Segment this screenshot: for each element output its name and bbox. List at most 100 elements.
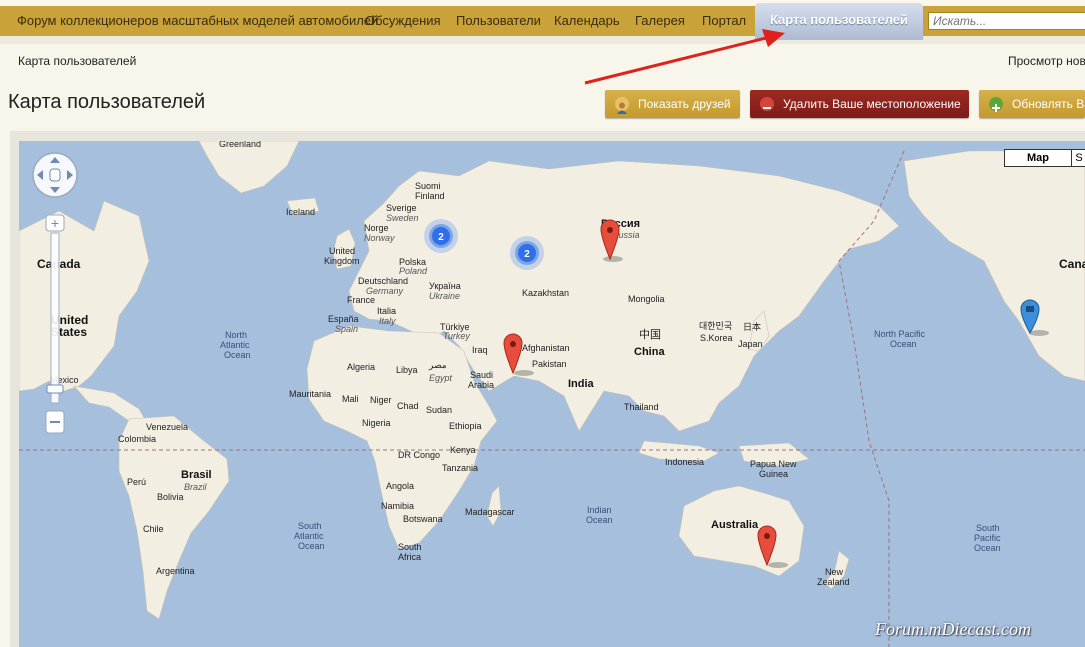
- label-niger: Niger: [370, 395, 392, 405]
- user-cluster-scandinavia[interactable]: 2: [424, 219, 458, 253]
- user-cluster-russia[interactable]: 2: [510, 236, 544, 270]
- label-norge: Norge: [364, 223, 389, 233]
- delete-location-button[interactable]: Удалить Ваше местоположение: [750, 90, 969, 118]
- label-misr: مصر: [428, 360, 447, 371]
- label-india: India: [568, 378, 595, 390]
- annotation-arrow: [584, 29, 785, 85]
- label-uk-1: United: [329, 246, 355, 256]
- label-new-zealand-2: Zealand: [817, 577, 850, 587]
- label-chile: Chile: [143, 524, 164, 534]
- label-iraq: Iraq: [472, 345, 488, 355]
- label-indian-ocean-2: Ocean: [586, 515, 613, 525]
- label-saudi-2: Arabia: [468, 380, 494, 390]
- label-venezuela: Venezuela: [146, 422, 188, 432]
- label-turkey: Turkey: [443, 331, 470, 341]
- viewing-new-link[interactable]: Просмотр нов: [1008, 54, 1085, 68]
- pan-control[interactable]: [32, 152, 78, 198]
- label-kenya: Kenya: [450, 445, 476, 455]
- show-friends-button[interactable]: Показать друзей: [605, 90, 740, 118]
- label-south-africa-1: South: [398, 542, 422, 552]
- label-south-pacific-1: South: [976, 523, 1000, 533]
- label-suomi: Suomi: [415, 181, 441, 191]
- add-icon: [989, 97, 1003, 112]
- nav-forum-home[interactable]: Форум коллекционеров масштабных моделей …: [17, 6, 378, 36]
- label-thailand: Thailand: [624, 402, 659, 412]
- label-north-pacific-2: Ocean: [890, 339, 917, 349]
- label-egypt: Egypt: [429, 373, 453, 383]
- search-input[interactable]: [928, 12, 1085, 30]
- label-botswana: Botswana: [403, 514, 443, 524]
- world-map[interactable]: Greenland Iceland Canada Cana United Sta…: [19, 141, 1085, 647]
- update-location-label: Обновлять Ва: [1012, 97, 1085, 111]
- label-mali: Mali: [342, 394, 359, 404]
- label-brazil: Brazil: [184, 482, 208, 492]
- label-namibia: Namibia: [381, 501, 414, 511]
- label-south-atlantic-2: Atlantic: [294, 531, 324, 541]
- label-korea-kr: 대한민국: [699, 321, 732, 331]
- label-tanzania: Tanzania: [442, 463, 478, 473]
- label-south-africa-2: Africa: [398, 552, 421, 562]
- label-dr-congo: DR Congo: [398, 450, 440, 460]
- update-location-button[interactable]: Обновлять Ва: [979, 90, 1085, 118]
- label-papua-2: Guinea: [759, 469, 788, 479]
- label-uk-2: Kingdom: [324, 256, 360, 266]
- label-greenland: Greenland: [219, 141, 261, 149]
- label-kazakhstan: Kazakhstan: [522, 288, 569, 298]
- label-sweden: Sweden: [386, 213, 419, 223]
- label-sudan: Sudan: [426, 405, 452, 415]
- label-mauritania: Mauritania: [289, 389, 331, 399]
- label-south-pacific-2: Pacific: [974, 533, 1001, 543]
- remove-icon: [760, 97, 774, 111]
- map-type-satellite-button[interactable]: S: [1071, 149, 1085, 167]
- label-china-cn: 中国: [639, 328, 661, 341]
- label-peru: Perú: [127, 477, 146, 487]
- label-north-atlantic-3: Ocean: [224, 350, 251, 360]
- nav-discussions[interactable]: Обсуждения: [365, 6, 441, 36]
- label-south-atlantic-1: South: [298, 521, 322, 531]
- label-mongolia: Mongolia: [628, 294, 665, 304]
- label-japan: Japan: [738, 339, 763, 349]
- label-new-zealand-1: New: [825, 567, 844, 577]
- label-chad: Chad: [397, 401, 419, 411]
- label-algeria: Algeria: [347, 362, 375, 372]
- label-pakistan: Pakistan: [532, 359, 567, 369]
- label-north-pacific-1: North Pacific: [874, 329, 926, 339]
- label-bolivia: Bolivia: [157, 492, 184, 502]
- cluster-count: 2: [524, 249, 530, 260]
- label-spain: Spain: [335, 324, 358, 334]
- label-ukraine: Ukraine: [429, 291, 460, 301]
- label-argentina: Argentina: [156, 566, 195, 576]
- label-italia: Italia: [377, 306, 396, 316]
- cluster-count: 2: [438, 232, 444, 243]
- label-colombia: Colombia: [118, 434, 156, 444]
- label-italy: Italy: [379, 316, 396, 326]
- site-watermark: Forum.mDiecast.com: [875, 619, 1031, 639]
- label-canada-right: Cana: [1059, 257, 1085, 271]
- label-iceland: Iceland: [286, 207, 315, 217]
- label-australia: Australia: [711, 519, 759, 531]
- label-libya: Libya: [396, 365, 418, 375]
- label-north-atlantic-2: Atlantic: [220, 340, 250, 350]
- label-south-pacific-3: Ocean: [974, 543, 1001, 553]
- label-indian-ocean-1: Indian: [587, 505, 612, 515]
- label-saudi-1: Saudi: [470, 370, 493, 380]
- label-north-atlantic-1: North: [225, 330, 247, 340]
- breadcrumb[interactable]: Карта пользователей: [18, 54, 136, 68]
- label-nigeria: Nigeria: [362, 418, 391, 428]
- svg-text:+: +: [51, 215, 59, 231]
- nav-users[interactable]: Пользователи: [456, 6, 541, 36]
- label-norway: Norway: [364, 233, 395, 243]
- show-friends-label: Показать друзей: [638, 97, 731, 111]
- label-poland: Poland: [399, 266, 428, 276]
- label-papua-1: Papua New: [750, 459, 797, 469]
- page-title: Карта пользователей: [8, 91, 206, 113]
- label-deutschland: Deutschland: [358, 276, 408, 286]
- delete-location-label: Удалить Ваше местоположение: [783, 97, 961, 111]
- label-madagascar: Madagascar: [465, 507, 515, 517]
- label-ukraina: Україна: [429, 281, 461, 291]
- label-ethiopia: Ethiopia: [449, 421, 482, 431]
- label-france: France: [347, 295, 375, 305]
- label-south-atlantic-3: Ocean: [298, 541, 325, 551]
- map-type-map-button[interactable]: Map: [1004, 149, 1072, 167]
- label-sverige: Sverige: [386, 203, 417, 213]
